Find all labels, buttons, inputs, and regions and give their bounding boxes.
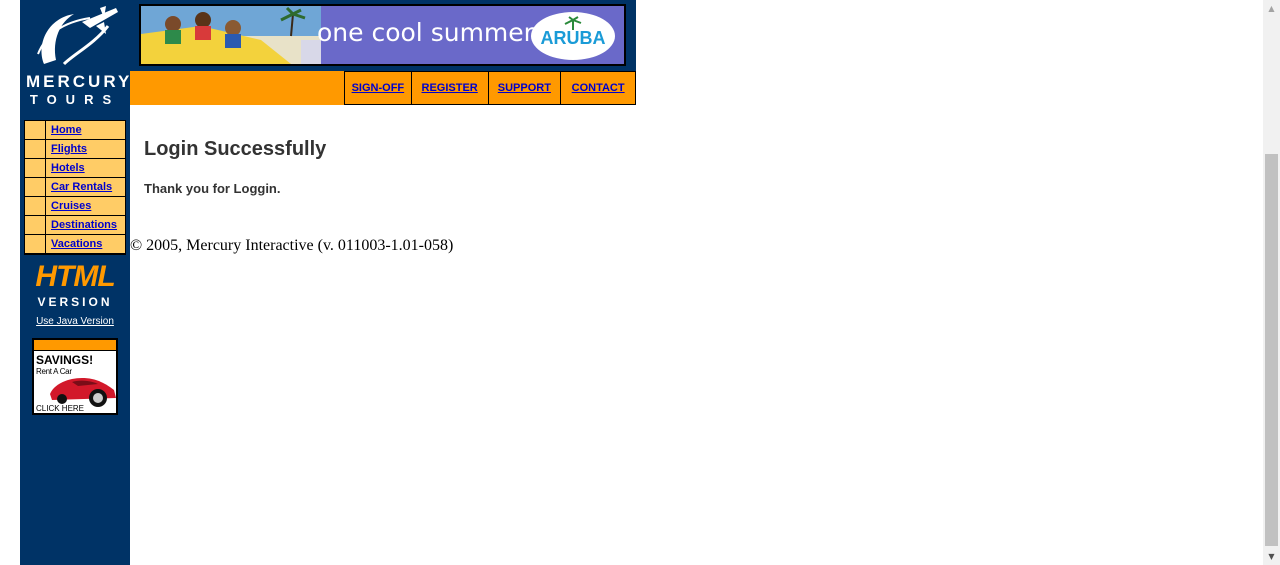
beach-photo-image: [141, 6, 321, 64]
copyright-footer: © 2005, Mercury Interactive (v. 011003-1…: [130, 237, 454, 254]
sidebar-item-cruises: Cruises: [25, 197, 125, 215]
sidebar-link-car-rentals[interactable]: Car Rentals: [51, 181, 112, 193]
nav-bullet: [25, 197, 45, 215]
nav-bullet: [25, 159, 45, 177]
login-message: Thank you for Loggin.: [144, 181, 281, 196]
logo-text-tours: TOURS: [29, 92, 121, 107]
aruba-ad[interactable]: one cool summer ARUBA: [139, 4, 626, 66]
sidebar-link-destinations[interactable]: Destinations: [51, 219, 117, 231]
page-title: Login Successfully: [144, 138, 327, 160]
sidebar-item-flights: Flights: [25, 140, 125, 158]
top-nav-bar: SIGN-OFF REGISTER SUPPORT CONTACT: [130, 71, 636, 105]
html-version-badge: HTML VERSION: [28, 260, 122, 312]
sidebar-item-car-rentals: Car Rentals: [25, 178, 125, 196]
scrollbar-thumb[interactable]: [1265, 154, 1278, 546]
topnav-item-signoff: SIGN-OFF: [345, 72, 411, 104]
nav-bullet: [25, 235, 45, 253]
aruba-badge: ARUBA: [531, 12, 615, 60]
sidebar-link-cruises[interactable]: Cruises: [51, 200, 91, 212]
ad-headline: SAVINGS!: [36, 353, 94, 367]
sidebar-nav: Home Flights Hotels Car Rentals Cruises …: [24, 120, 126, 255]
html-version-title: HTML: [35, 260, 115, 293]
scroll-down-arrow-icon[interactable]: ▼: [1263, 548, 1280, 565]
ad-cta: CLICK HERE: [36, 404, 85, 413]
register-link[interactable]: REGISTER: [422, 82, 478, 94]
topnav-item-contact: CONTACT: [561, 72, 635, 104]
sidebar-link-home[interactable]: Home: [51, 124, 82, 136]
top-nav-links: SIGN-OFF REGISTER SUPPORT CONTACT: [344, 71, 636, 105]
sidebar-link-flights[interactable]: Flights: [51, 143, 87, 155]
html-version-subtitle: VERSION: [37, 295, 113, 309]
ad-top-bar: [34, 340, 116, 351]
sidebar-item-home: Home: [25, 121, 125, 139]
support-link[interactable]: SUPPORT: [498, 82, 551, 94]
nav-bullet: [25, 178, 45, 196]
nav-bullet: [25, 121, 45, 139]
scroll-up-arrow-icon[interactable]: ▲: [1263, 0, 1280, 17]
red-car-icon: [50, 378, 116, 407]
sidebar-item-hotels: Hotels: [25, 159, 125, 177]
sidebar-link-vacations[interactable]: Vacations: [51, 238, 102, 250]
savings-ad-banner[interactable]: SAVINGS! Rent A Car CLICK HERE: [32, 338, 118, 415]
sidebar-link-hotels[interactable]: Hotels: [51, 162, 85, 174]
nav-bullet: [25, 216, 45, 234]
topnav-item-support: SUPPORT: [488, 72, 561, 104]
sidebar-item-destinations: Destinations: [25, 216, 125, 234]
topnav-item-register: REGISTER: [411, 72, 488, 104]
promo-banner: one cool summer ARUBA: [130, 0, 636, 71]
aruba-label: ARUBA: [540, 28, 606, 48]
contact-link[interactable]: CONTACT: [572, 82, 625, 94]
sidebar-item-vacations: Vacations: [25, 235, 125, 253]
sign-off-link[interactable]: SIGN-OFF: [352, 82, 405, 94]
airplane-swoosh-icon: [37, 6, 118, 66]
logo-text-mercury: MERCURY: [26, 72, 133, 91]
vertical-scrollbar[interactable]: ▲ ▼: [1263, 0, 1280, 565]
mercury-tours-logo[interactable]: MERCURY TOURS: [26, 4, 133, 108]
sidebar: MERCURY TOURS Home Flights Hotels Car Re…: [20, 0, 130, 565]
banner-headline: one cool summer: [317, 18, 534, 47]
use-java-version-link[interactable]: Use Java Version: [36, 316, 114, 327]
nav-bullet: [25, 140, 45, 158]
